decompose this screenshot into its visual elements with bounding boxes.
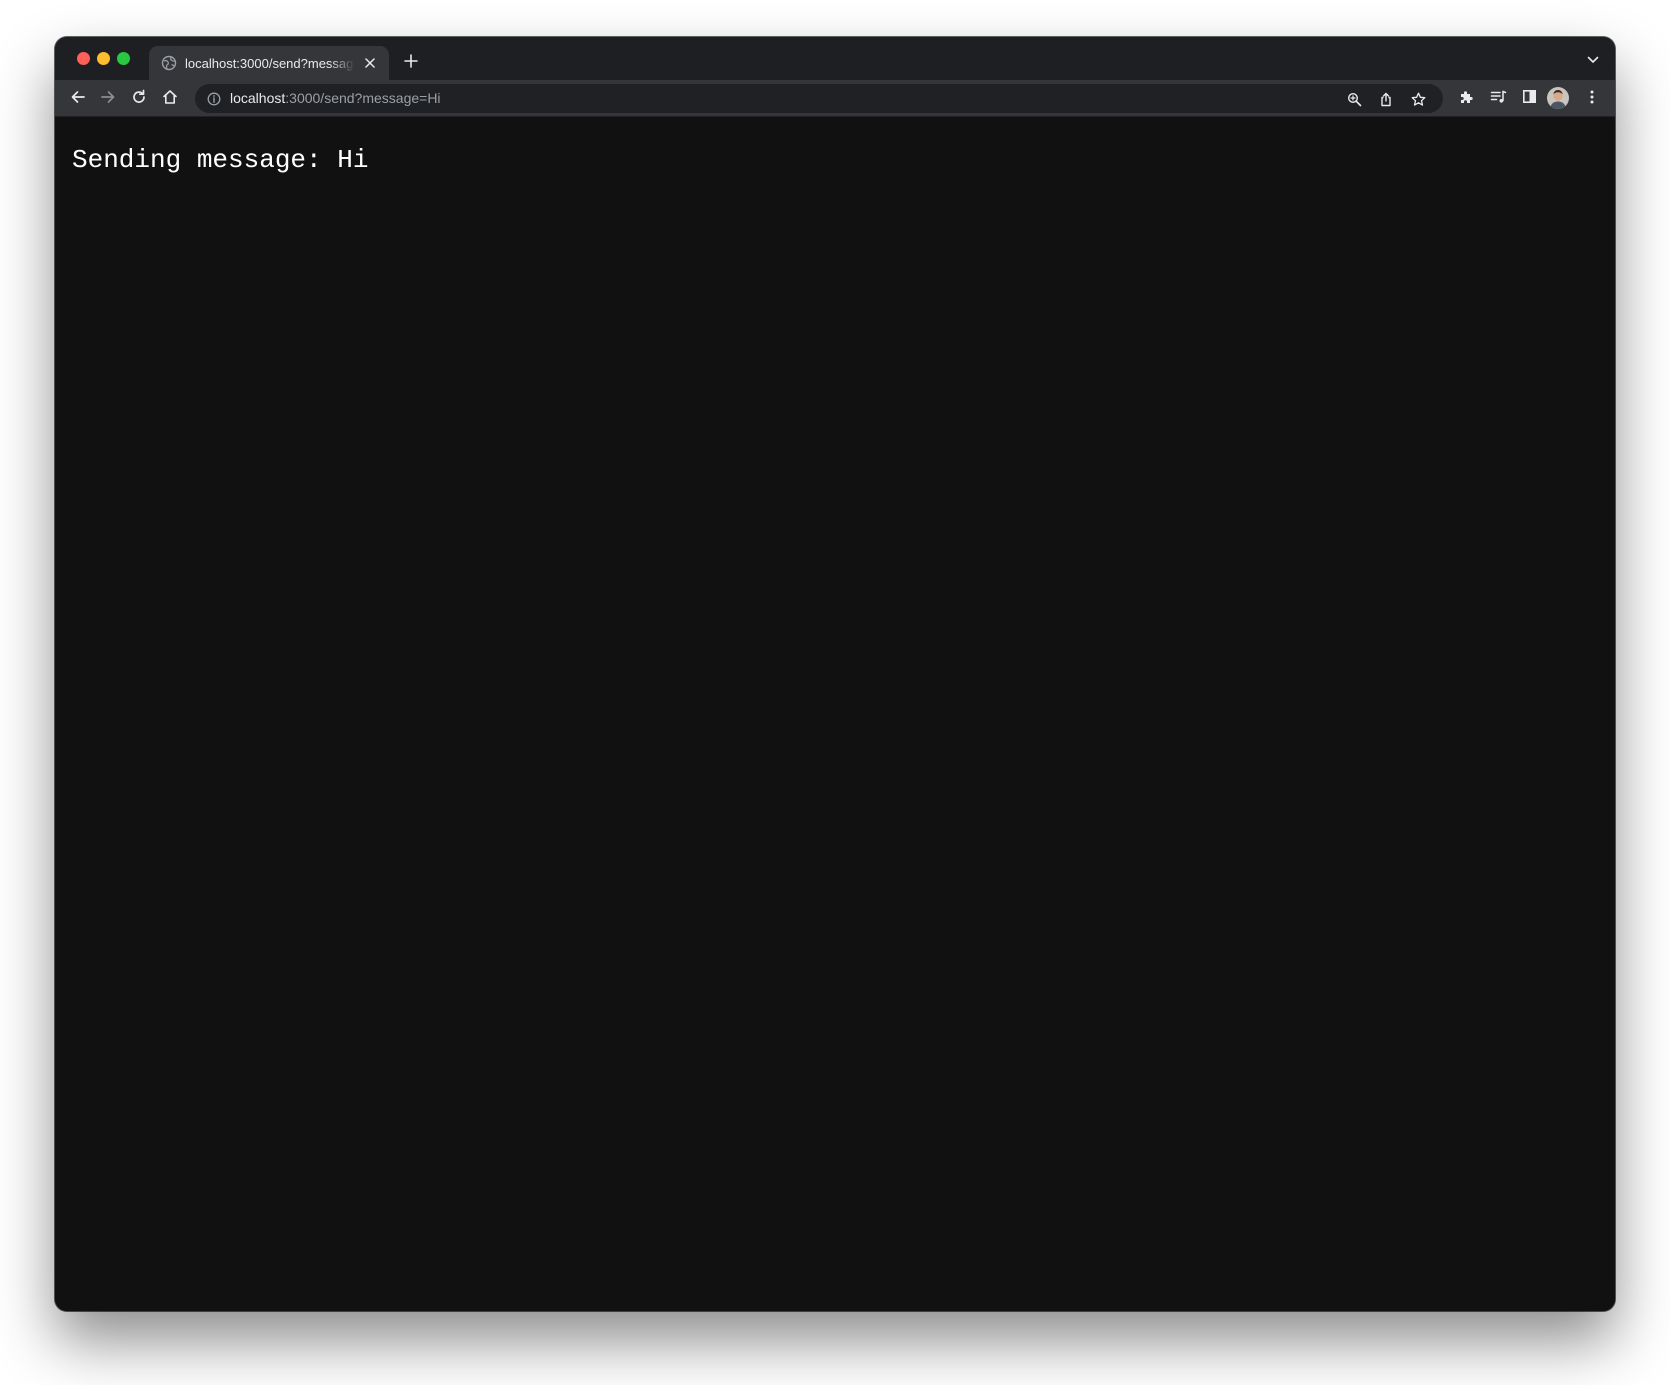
browser-menu-button[interactable] bbox=[1579, 86, 1605, 112]
side-panel-icon bbox=[1522, 89, 1537, 109]
arrow-left-icon bbox=[70, 89, 86, 110]
back-button[interactable] bbox=[65, 86, 91, 112]
tab-active[interactable]: localhost:3000/send?message=Hi bbox=[149, 46, 389, 80]
zoom-icon[interactable] bbox=[1343, 88, 1365, 110]
new-tab-button[interactable] bbox=[399, 51, 423, 75]
tab-title: localhost:3000/send?message=Hi bbox=[185, 55, 355, 71]
globe-icon bbox=[161, 55, 177, 71]
close-icon[interactable] bbox=[361, 54, 379, 72]
forward-button[interactable] bbox=[95, 86, 121, 112]
sending-message-text: Sending message: Hi bbox=[72, 145, 369, 175]
info-icon[interactable] bbox=[205, 90, 222, 107]
home-icon bbox=[162, 89, 178, 110]
share-icon[interactable] bbox=[1375, 88, 1397, 110]
browser-window: localhost:3000/send?message=Hi bbox=[55, 37, 1615, 1311]
star-icon[interactable] bbox=[1407, 88, 1429, 110]
reload-icon bbox=[131, 89, 147, 110]
side-panel-button[interactable] bbox=[1516, 86, 1542, 112]
plus-icon bbox=[404, 53, 418, 73]
puzzle-icon bbox=[1458, 89, 1474, 110]
address-bar[interactable]: localhost:3000/send?message=Hi bbox=[195, 84, 1443, 113]
close-window-button[interactable] bbox=[77, 52, 90, 65]
arrow-right-icon bbox=[100, 89, 116, 110]
browser-toolbar: localhost:3000/send?message=Hi bbox=[55, 80, 1615, 117]
tab-strip: localhost:3000/send?message=Hi bbox=[55, 37, 1615, 80]
media-queue-icon bbox=[1490, 89, 1507, 110]
maximize-window-button[interactable] bbox=[117, 52, 130, 65]
avatar[interactable] bbox=[1547, 87, 1569, 109]
kebab-menu-icon bbox=[1590, 89, 1594, 110]
url-path: :3000/send?message=Hi bbox=[285, 90, 441, 106]
extensions-button[interactable] bbox=[1453, 86, 1479, 112]
url-host: localhost bbox=[230, 90, 286, 106]
media-controls-button[interactable] bbox=[1485, 86, 1511, 112]
address-bar-url[interactable]: localhost:3000/send?message=Hi bbox=[230, 84, 441, 113]
page-content: Sending message: Hi bbox=[55, 117, 1615, 1311]
home-button[interactable] bbox=[157, 86, 183, 112]
minimize-window-button[interactable] bbox=[97, 52, 110, 65]
reload-button[interactable] bbox=[126, 86, 152, 112]
tab-search-button[interactable] bbox=[1583, 50, 1603, 70]
chevron-down-icon bbox=[1587, 51, 1599, 69]
